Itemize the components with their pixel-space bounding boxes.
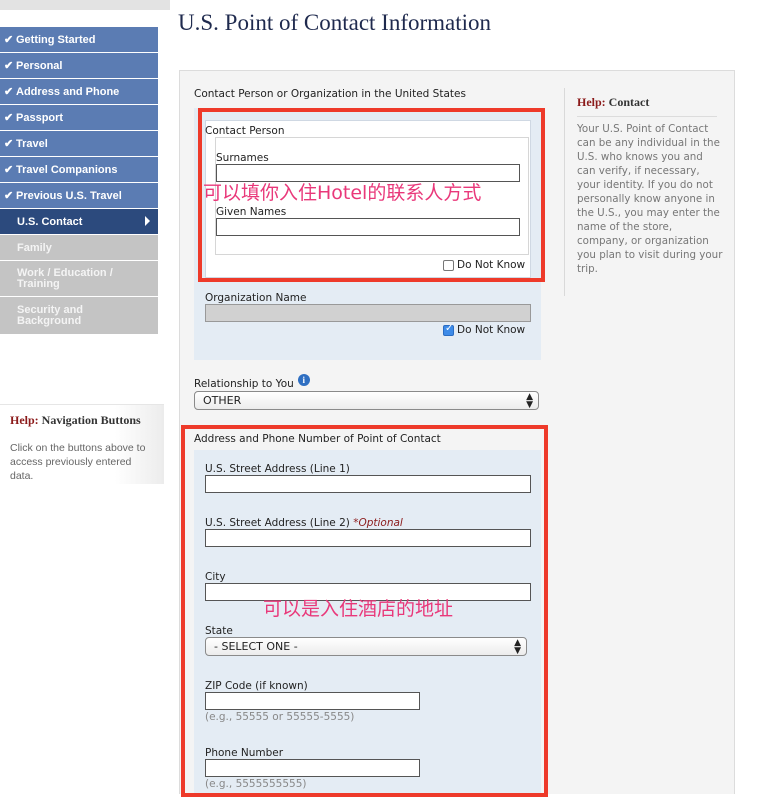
- nav-item-label: Travel: [16, 137, 48, 150]
- relationship-selected-value: OTHER: [203, 394, 242, 407]
- nav-item-security-background[interactable]: Security and Background: [0, 297, 158, 335]
- org-do-not-know-label: Do Not Know: [457, 324, 526, 336]
- top-strip: [0, 0, 170, 10]
- nav-item-passport[interactable]: ✔ Passport: [0, 105, 158, 131]
- nav-item-label: Security and Background: [17, 303, 84, 327]
- check-icon: ✔: [4, 190, 14, 202]
- annotation-note-address: 可以是入住酒店的地址: [263, 598, 454, 620]
- help-navigation-panel: Help: Navigation Buttons Click on the bu…: [0, 404, 164, 484]
- help-prefix: Help:: [577, 95, 606, 109]
- nav-item-label: Previous U.S. Travel: [16, 189, 122, 202]
- nav-item-travel[interactable]: ✔ Travel: [0, 131, 158, 157]
- nav-item-label: Address and Phone: [16, 85, 120, 98]
- check-icon: ✔: [4, 112, 14, 124]
- help-contact-title: Help: Contact: [577, 95, 649, 110]
- relationship-label-row: Relationship to You i: [194, 374, 310, 390]
- help-navigation-body: Click on the buttons above to access pre…: [10, 442, 146, 482]
- nav-item-us-contact[interactable]: U.S. Contact: [0, 209, 158, 235]
- organization-name-label: Organization Name: [205, 292, 307, 304]
- left-nav: ✔ Getting Started ✔ Personal ✔ Address a…: [0, 27, 158, 335]
- nav-item-label: Family: [17, 241, 52, 254]
- check-icon: ✔: [4, 60, 14, 72]
- nav-item-previous-us-travel[interactable]: ✔ Previous U.S. Travel: [0, 183, 158, 209]
- select-arrows-icon: ▲ ▼: [526, 392, 533, 410]
- nav-item-label: Passport: [16, 111, 64, 124]
- help-prefix: Help:: [10, 413, 39, 427]
- nav-item-travel-companions[interactable]: ✔ Travel Companions: [0, 157, 158, 183]
- page-title: U.S. Point of Contact Information: [178, 10, 492, 35]
- nav-item-personal[interactable]: ✔ Personal: [0, 53, 158, 79]
- relationship-select[interactable]: OTHER ▲ ▼: [194, 391, 539, 410]
- nav-item-label: Work / Education / Training: [17, 266, 113, 290]
- help-contact-panel: Help: Contact Your U.S. Point of Contact…: [564, 88, 723, 296]
- arrow-right-icon: [145, 216, 150, 226]
- info-icon[interactable]: i: [297, 374, 310, 386]
- nav-item-address-and-phone[interactable]: ✔ Address and Phone: [0, 79, 158, 105]
- nav-item-label: Travel Companions: [16, 163, 118, 176]
- annotation-note-contact: 可以填你入住Hotel的联系人方式: [203, 182, 482, 204]
- relationship-label: Relationship to You: [194, 378, 294, 390]
- check-icon: ✔: [4, 34, 14, 46]
- help-title: Contact: [608, 95, 650, 109]
- nav-item-label: U.S. Contact: [17, 215, 83, 228]
- help-title: Navigation Buttons: [41, 413, 141, 427]
- organization-name-input[interactable]: [205, 304, 531, 322]
- nav-item-label: Personal: [16, 59, 63, 72]
- org-do-not-know[interactable]: Do Not Know: [443, 323, 526, 336]
- help-navigation-title: Help: Navigation Buttons: [10, 413, 141, 428]
- contact-section-title: Contact Person or Organization in the Un…: [194, 88, 466, 100]
- check-icon: ✔: [4, 138, 14, 150]
- help-divider: [577, 116, 717, 117]
- nav-item-getting-started[interactable]: ✔ Getting Started: [0, 27, 158, 53]
- org-do-not-know-checkbox[interactable]: [443, 323, 454, 336]
- nav-item-work-education-training[interactable]: Work / Education / Training: [0, 261, 158, 297]
- nav-item-label: Getting Started: [16, 33, 96, 46]
- help-contact-body: Your U.S. Point of Contact can be any in…: [577, 123, 723, 275]
- check-icon: ✔: [4, 86, 14, 98]
- check-icon: ✔: [4, 164, 14, 176]
- nav-item-family[interactable]: Family: [0, 235, 158, 261]
